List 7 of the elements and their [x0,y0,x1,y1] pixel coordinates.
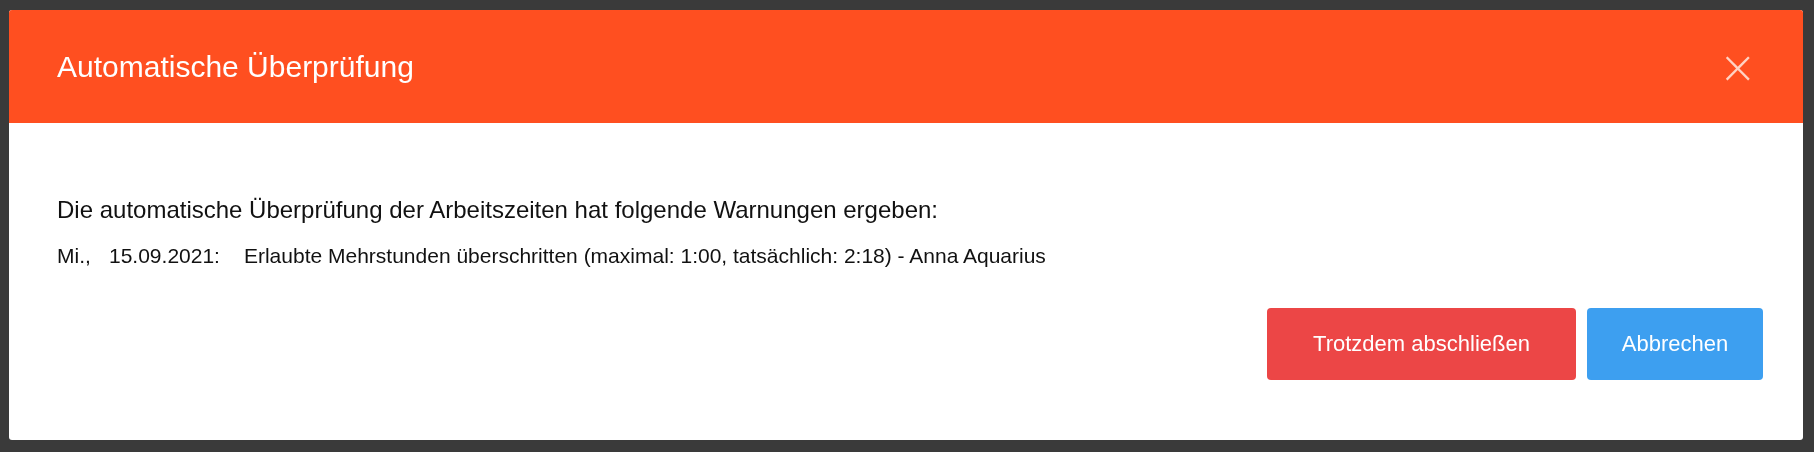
dialog-title: Automatische Überprüfung [57,49,414,84]
dialog-button[interactable]: Abbrechen [1587,308,1763,380]
close-button[interactable]: × [1716,43,1759,90]
message-text: Die automatische Überprüfung der Arbeitszeiten hat folgende Warnungen ergeben: [57,196,939,224]
warning-date: 15.09.2021: [109,244,220,268]
dialog-button[interactable]: Trotzdem abschließen [1267,308,1576,380]
warning-text: Erlaubte Mehrstunden überschritten (maximal: 1:00, tatsächlich: 2:18) - Anna Aquarius [243,244,1046,268]
